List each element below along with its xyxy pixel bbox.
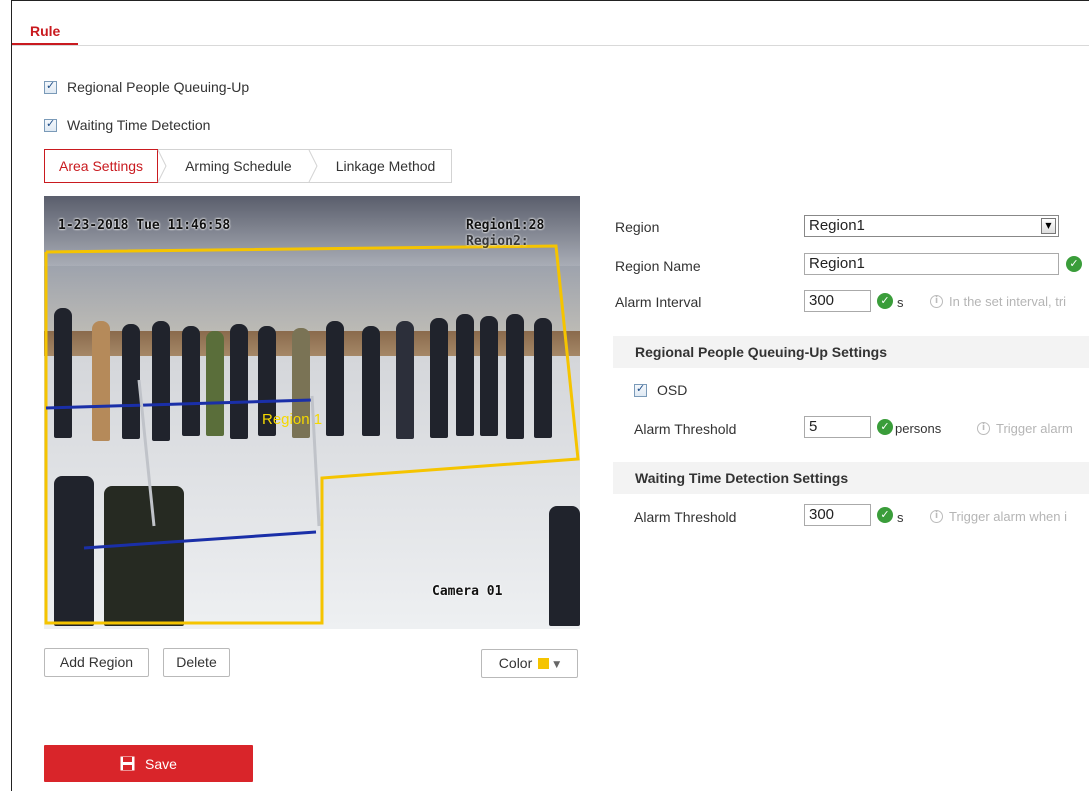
waiting-threshold-input[interactable]: 300: [804, 504, 871, 526]
queuing-threshold-input[interactable]: 5: [804, 416, 871, 438]
check-icon: ✓: [1066, 256, 1082, 272]
check-icon: ✓: [877, 419, 893, 435]
alarm-interval-hint-text: In the set interval, tri: [949, 294, 1067, 309]
dropdown-arrow-icon[interactable]: ▼: [1041, 218, 1056, 234]
color-picker-button[interactable]: Color ▼: [481, 649, 578, 678]
waiting-label: Waiting Time Detection: [67, 117, 211, 133]
live-video-view[interactable]: 1-23-2018 Tue 11:46:58 Region1:28 Region…: [44, 196, 580, 629]
chevron-down-icon: ▼: [553, 660, 561, 670]
region-label: Region 1: [262, 411, 323, 428]
region-select[interactable]: Region1 ▼: [804, 215, 1059, 237]
alarm-interval-input[interactable]: 300: [804, 290, 871, 312]
queuing-threshold-hint-text: Trigger alarm: [996, 421, 1073, 436]
queuing-option[interactable]: Regional People Queuing-Up: [44, 79, 249, 95]
tab-arming-schedule[interactable]: Arming Schedule: [167, 150, 308, 182]
info-icon: i: [930, 510, 943, 523]
save-icon: [120, 756, 135, 771]
osd-option[interactable]: OSD: [634, 382, 687, 398]
osd-checkbox[interactable]: [634, 382, 647, 397]
tab-linkage-method[interactable]: Linkage Method: [318, 150, 452, 182]
color-label: Color: [498, 655, 533, 671]
waiting-threshold-hint-text: Trigger alarm when i: [949, 509, 1068, 524]
video-region1-osd: Region1:28: [466, 218, 545, 233]
tab-rule[interactable]: Rule: [30, 23, 60, 39]
waiting-threshold-hint: i Trigger alarm when i: [930, 509, 1067, 524]
alarm-interval-label: Alarm Interval: [615, 294, 702, 310]
alarm-interval-unit: s: [897, 295, 904, 310]
save-label: Save: [145, 755, 177, 772]
save-button[interactable]: Save: [44, 745, 253, 782]
region-name-label: Region Name: [615, 258, 701, 274]
queuing-label: Regional People Queuing-Up: [67, 79, 250, 95]
queuing-checkbox[interactable]: [44, 79, 57, 94]
video-timestamp: 1-23-2018 Tue 11:46:58: [58, 218, 231, 233]
queuing-threshold-unit: persons: [895, 421, 942, 436]
video-region2-osd: Region2:: [466, 234, 529, 249]
rule-panel: Rule Regional People Queuing-Up Waiting …: [11, 0, 1089, 791]
waiting-option[interactable]: Waiting Time Detection: [44, 117, 210, 133]
queuing-section-header: Regional People Queuing-Up Settings: [613, 336, 1089, 368]
check-icon: ✓: [877, 293, 893, 309]
region-name-input[interactable]: Region1: [804, 253, 1059, 275]
tab-separator: [308, 150, 318, 182]
waiting-checkbox[interactable]: [44, 117, 57, 132]
video-camera-name: Camera 01: [432, 584, 503, 599]
subtab-bar: Area Settings Arming Schedule Linkage Me…: [44, 149, 453, 183]
waiting-threshold-label: Alarm Threshold: [634, 509, 737, 525]
info-icon: i: [977, 422, 990, 435]
tab-separator: [157, 150, 167, 182]
queuing-threshold-label: Alarm Threshold: [634, 421, 737, 437]
tab-area-settings[interactable]: Area Settings: [44, 149, 159, 183]
add-region-button[interactable]: Add Region: [44, 648, 149, 677]
alarm-interval-hint: i In the set interval, tri: [930, 294, 1066, 309]
delete-button[interactable]: Delete: [163, 648, 230, 677]
osd-label: OSD: [657, 382, 688, 398]
info-icon: i: [930, 295, 943, 308]
region-field-label: Region: [615, 219, 660, 235]
queuing-threshold-hint: i Trigger alarm: [977, 421, 1073, 436]
waiting-section-header: Waiting Time Detection Settings: [613, 462, 1089, 494]
check-icon: ✓: [877, 507, 893, 523]
region-select-value: Region1: [809, 217, 865, 234]
tab-divider: [12, 45, 1089, 46]
waiting-threshold-unit: s: [897, 510, 904, 525]
color-swatch: [538, 658, 550, 669]
